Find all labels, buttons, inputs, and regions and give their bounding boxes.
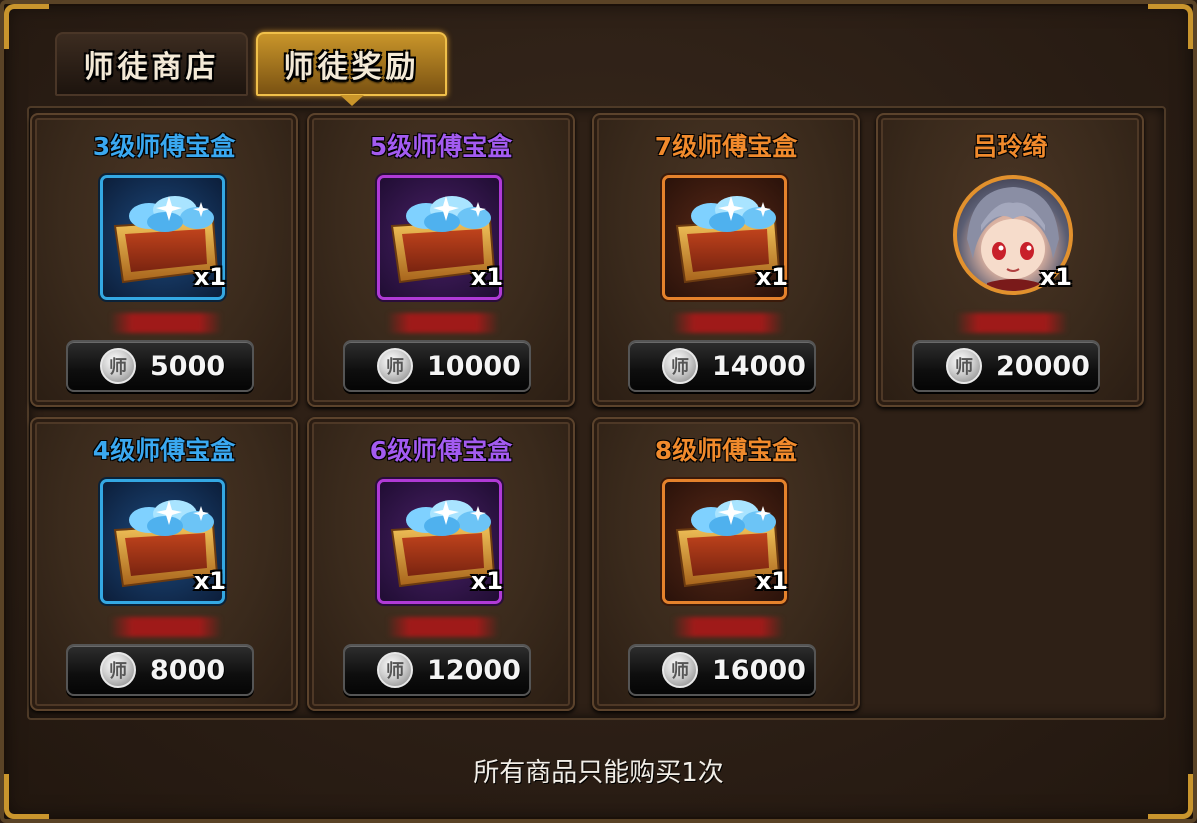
master-coin-icon: 师 [377, 652, 413, 688]
master-coin-icon: 师 [377, 348, 413, 384]
item-price: 14000 [712, 350, 806, 382]
frame-corner [1148, 4, 1193, 49]
item-title: 吕玲绮 [972, 132, 1048, 161]
frame-corner [4, 4, 49, 49]
reward-item-card: 7级师傅宝盒 x1 师 14000 [592, 113, 860, 407]
item-price: 20000 [996, 350, 1090, 382]
tab-master-rewards[interactable]: 师徒奖励 [256, 32, 447, 96]
master-coin-icon: 师 [100, 348, 136, 384]
buy-button[interactable]: 师 5000 [66, 340, 254, 392]
active-tab-pointer [340, 95, 364, 106]
item-quantity: x1 [1039, 263, 1072, 291]
item-title: 3级师傅宝盒 [92, 132, 236, 161]
redacted-label [672, 617, 784, 637]
redacted-label [110, 313, 222, 333]
item-price: 10000 [427, 350, 521, 382]
buy-button[interactable]: 师 16000 [628, 644, 816, 696]
master-coin-icon: 师 [100, 652, 136, 688]
item-quantity: x1 [470, 263, 503, 291]
master-coin-icon: 师 [662, 348, 698, 384]
item-title: 7级师傅宝盒 [654, 132, 798, 161]
reward-item-card: 5级师傅宝盒 x1 师 10000 [307, 113, 575, 407]
master-coin-icon: 师 [946, 348, 982, 384]
item-title: 4级师傅宝盒 [92, 436, 236, 465]
redacted-label [110, 617, 222, 637]
reward-item-card: 3级师傅宝盒 x1 师 5000 [30, 113, 298, 407]
item-price: 16000 [712, 654, 806, 686]
buy-button[interactable]: 师 14000 [628, 340, 816, 392]
buy-button[interactable]: 师 12000 [343, 644, 531, 696]
item-quantity: x1 [470, 567, 503, 595]
item-title: 8级师傅宝盒 [654, 436, 798, 465]
redacted-label [672, 313, 784, 333]
item-quantity: x1 [755, 567, 788, 595]
redacted-label [387, 313, 499, 333]
reward-item-card: 8级师傅宝盒 x1 师 16000 [592, 417, 860, 711]
master-coin-icon: 师 [662, 652, 698, 688]
purchase-limit-note: 所有商品只能购买1次 [473, 758, 724, 788]
redacted-label [387, 617, 499, 637]
item-quantity: x1 [755, 263, 788, 291]
item-price: 12000 [427, 654, 521, 686]
redacted-label [956, 313, 1068, 333]
reward-item-card: 吕玲绮 x1 师 20000 [876, 113, 1144, 407]
item-quantity: x1 [193, 567, 226, 595]
item-price: 8000 [150, 654, 226, 686]
reward-item-card: 4级师傅宝盒 x1 师 8000 [30, 417, 298, 711]
buy-button[interactable]: 师 10000 [343, 340, 531, 392]
item-price: 5000 [150, 350, 226, 382]
item-title: 5级师傅宝盒 [369, 132, 513, 161]
buy-button[interactable]: 师 8000 [66, 644, 254, 696]
tab-master-shop[interactable]: 师徒商店 [55, 32, 248, 96]
item-title: 6级师傅宝盒 [369, 436, 513, 465]
reward-item-card: 6级师傅宝盒 x1 师 12000 [307, 417, 575, 711]
item-quantity: x1 [193, 263, 226, 291]
buy-button[interactable]: 师 20000 [912, 340, 1100, 392]
